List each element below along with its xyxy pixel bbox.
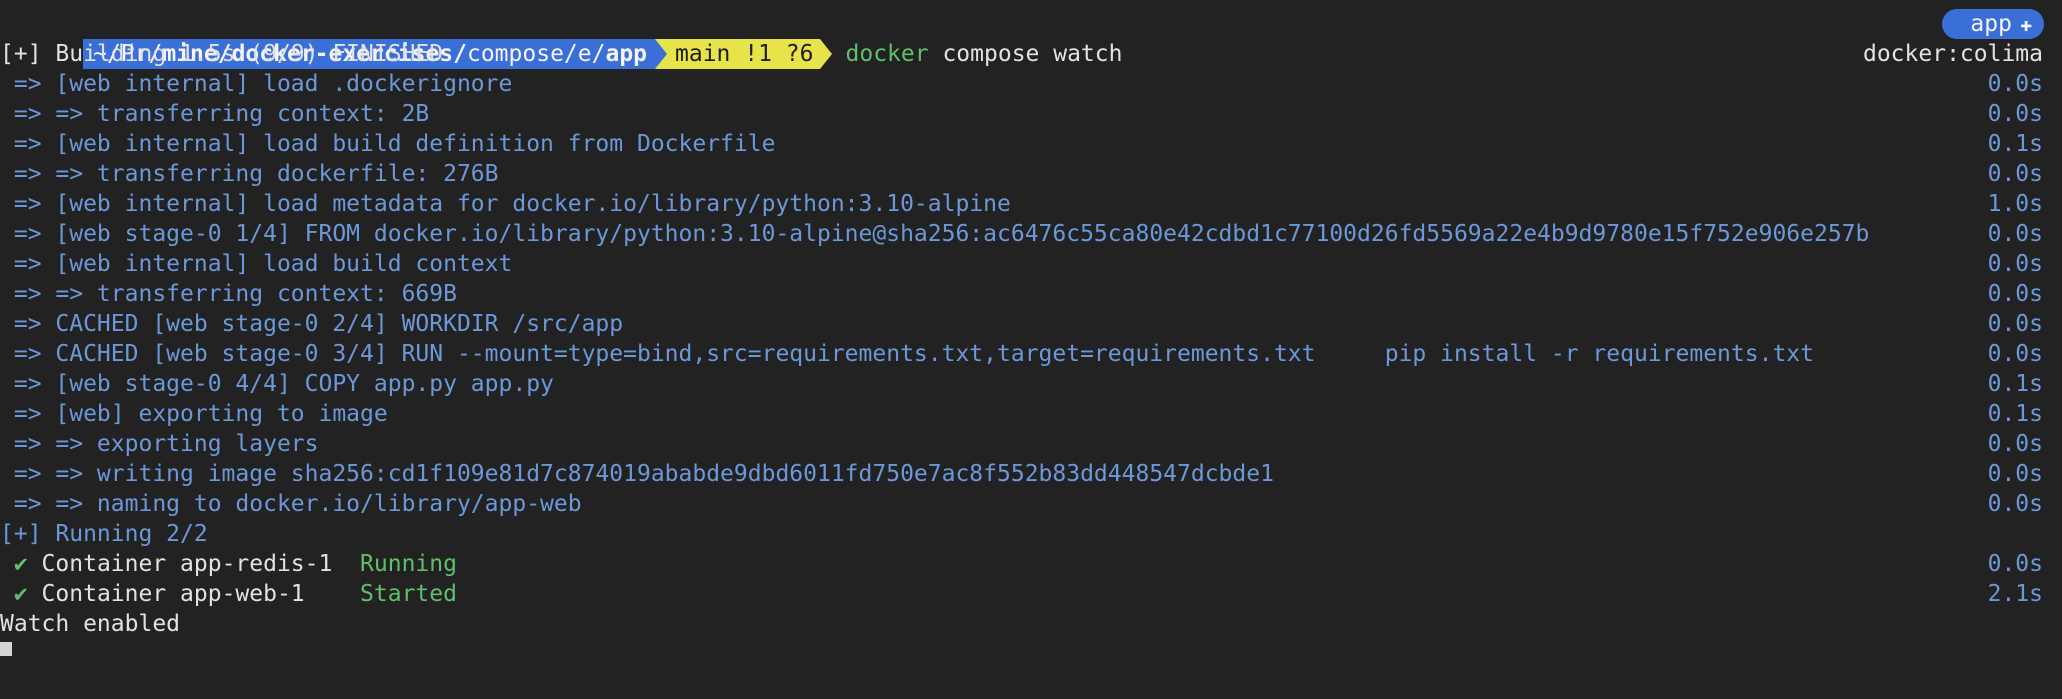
container-line: ✔ Container app-web-1 Started 2.1s	[0, 579, 2062, 609]
container-name: Container app-redis-1	[27, 551, 361, 577]
running-header: [+] Running 2/2	[0, 519, 2062, 549]
build-step-text: => => writing image sha256:cd1f109e81d7c…	[0, 461, 1274, 487]
build-context: docker:colima	[1862, 41, 2043, 67]
build-step-time: 0.0s	[1987, 101, 2043, 127]
build-step-time: 0.0s	[1987, 491, 2043, 517]
build-step-line: => [web stage-0 1/4] FROM docker.io/libr…	[0, 219, 2062, 249]
build-step-time: 0.1s	[1987, 401, 2043, 427]
build-step-text: => [web internal] load build definition …	[0, 131, 776, 157]
build-step-text: => CACHED [web stage-0 3/4] RUN --mount=…	[0, 341, 1814, 367]
build-step-time: 0.0s	[1987, 281, 2043, 307]
running-header-text: [+] Running 2/2	[0, 521, 208, 547]
build-step-text: => => transferring context: 2B	[0, 101, 430, 127]
build-step-time: 0.0s	[1987, 431, 2043, 457]
checkmark-icon: ✔	[0, 551, 28, 577]
build-step-line: => [web internal] load build context 0.0s	[0, 249, 2062, 279]
build-step-time: 0.1s	[1987, 131, 2043, 157]
shell-prompt: ~/Pr/mine/docker-exercises/compose/e/app…	[0, 9, 2062, 69]
build-step-text: => => transferring dockerfile: 276B	[0, 161, 499, 187]
build-step-line: => [web stage-0 4/4] COPY app.py app.py 0…	[0, 369, 2062, 399]
build-step-line: => => transferring context: 669B 0.0s	[0, 279, 2062, 309]
build-step-text: => [web stage-0 4/4] COPY app.py app.py	[0, 371, 554, 397]
build-step-text: => [web] exporting to image	[0, 401, 388, 427]
build-step-line: => => writing image sha256:cd1f109e81d7c…	[0, 459, 2062, 489]
build-step-time: 0.0s	[1987, 161, 2043, 187]
badge-label: app	[1970, 11, 2012, 37]
build-step-text: => => exporting layers	[0, 431, 319, 457]
build-step-time: 0.0s	[1987, 251, 2043, 277]
build-step-time: 0.0s	[1987, 71, 2043, 97]
container-status: Running	[360, 551, 457, 577]
container-line: ✔ Container app-redis-1 Running 0.0s	[0, 549, 2062, 579]
build-step-line: => [web internal] load build definition …	[0, 129, 2062, 159]
build-header-text: [+] Building 1.5s (9/9) FINISHED	[0, 41, 444, 67]
terminal-output[interactable]: ~/Pr/mine/docker-exercises/compose/e/app…	[0, 9, 2062, 659]
build-header: [+] Building 1.5s (9/9) FINISHED docker:…	[0, 39, 2062, 69]
build-step-time: 0.0s	[1987, 221, 2043, 247]
container-status: Started	[360, 581, 457, 607]
build-step-time: 1.0s	[1987, 191, 2043, 217]
container-time: 2.1s	[1987, 581, 2043, 607]
build-step-line: => [web] exporting to image 0.1s	[0, 399, 2062, 429]
build-step-text: => [web internal] load metadata for dock…	[0, 191, 1011, 217]
watch-message: Watch enabled	[0, 611, 181, 637]
build-step-text: => => naming to docker.io/library/app-we…	[0, 491, 582, 517]
build-step-line: => CACHED [web stage-0 2/4] WORKDIR /src…	[0, 309, 2062, 339]
build-step-time: 0.0s	[1987, 311, 2043, 337]
build-step-line: => => exporting layers 0.0s	[0, 429, 2062, 459]
build-step-text: => [web stage-0 1/4] FROM docker.io/libr…	[0, 221, 1870, 247]
build-step-text: => [web internal] load .dockerignore	[0, 71, 513, 97]
container-list: ✔ Container app-redis-1 Running 0.0s ✔ Co…	[0, 549, 2062, 609]
build-step-line: => => transferring context: 2B 0.0s	[0, 99, 2062, 129]
build-step-time: 0.0s	[1987, 461, 2043, 487]
container-name: Container app-web-1	[27, 581, 361, 607]
build-step-time: 0.1s	[1987, 371, 2043, 397]
build-step-text: => CACHED [web stage-0 2/4] WORKDIR /src…	[0, 311, 624, 337]
build-steps: => [web internal] load .dockerignore 0.0s…	[0, 69, 2062, 519]
build-step-line: => [web internal] load .dockerignore 0.0s	[0, 69, 2062, 99]
context-badge: app ✚	[1942, 9, 2044, 39]
build-step-text: => [web internal] load build context	[0, 251, 513, 277]
build-step-line: => [web internal] load metadata for dock…	[0, 189, 2062, 219]
watch-status: Watch enabled	[0, 609, 2062, 639]
build-step-time: 0.0s	[1987, 341, 2043, 367]
build-step-line: => CACHED [web stage-0 3/4] RUN --mount=…	[0, 339, 2062, 369]
build-step-text: => => transferring context: 669B	[0, 281, 457, 307]
container-time: 0.0s	[1987, 551, 2043, 577]
docker-whale-icon: ✚	[2019, 12, 2032, 36]
checkmark-icon: ✔	[0, 581, 28, 607]
terminal-cursor[interactable]	[0, 642, 12, 656]
build-step-line: => => naming to docker.io/library/app-we…	[0, 489, 2062, 519]
build-step-line: => => transferring dockerfile: 276B 0.0s	[0, 159, 2062, 189]
